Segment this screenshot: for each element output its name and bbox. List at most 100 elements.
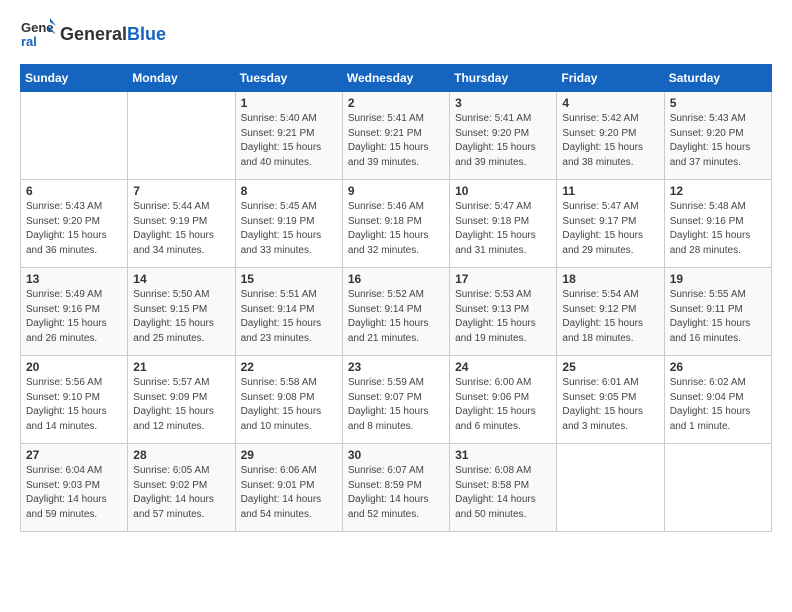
day-number: 1	[241, 96, 337, 110]
day-number: 21	[133, 360, 229, 374]
calendar-cell: 24 Sunrise: 6:00 AM Sunset: 9:06 PM Dayli…	[450, 356, 557, 444]
day-number: 27	[26, 448, 122, 462]
logo-general: General	[60, 24, 127, 44]
calendar-cell: 26 Sunrise: 6:02 AM Sunset: 9:04 PM Dayli…	[664, 356, 771, 444]
day-number: 23	[348, 360, 444, 374]
day-info: Sunrise: 5:46 AM Sunset: 9:18 PM Dayligh…	[348, 200, 444, 258]
day-info: Sunrise: 5:55 AM Sunset: 9:11 PM Dayligh…	[670, 288, 766, 346]
calendar-cell: 9 Sunrise: 5:46 AM Sunset: 9:18 PM Daylig…	[342, 180, 449, 268]
calendar-cell: 5 Sunrise: 5:43 AM Sunset: 9:20 PM Daylig…	[664, 92, 771, 180]
day-info: Sunrise: 5:41 AM Sunset: 9:21 PM Dayligh…	[348, 112, 444, 170]
day-number: 16	[348, 272, 444, 286]
calendar-cell: 15 Sunrise: 5:51 AM Sunset: 9:14 PM Dayli…	[235, 268, 342, 356]
calendar-week-row: 1 Sunrise: 5:40 AM Sunset: 9:21 PM Daylig…	[21, 92, 772, 180]
calendar-cell: 2Sunrise: 5:41 AM Sunset: 9:21 PM Daylig…	[342, 92, 449, 180]
day-info: Sunrise: 5:40 AM Sunset: 9:21 PM Dayligh…	[241, 112, 337, 170]
day-info: Sunrise: 6:00 AM Sunset: 9:06 PM Dayligh…	[455, 376, 551, 434]
day-number: 15	[241, 272, 337, 286]
calendar-cell: 22 Sunrise: 5:58 AM Sunset: 9:08 PM Dayli…	[235, 356, 342, 444]
calendar-week-row: 20 Sunrise: 5:56 AM Sunset: 9:10 PM Dayli…	[21, 356, 772, 444]
day-number: 26	[670, 360, 766, 374]
svg-text:ral: ral	[21, 34, 37, 49]
header: Gene ral GeneralBlue	[20, 16, 772, 52]
day-number: 17	[455, 272, 551, 286]
weekday-header: Tuesday	[235, 65, 342, 92]
day-info: Sunrise: 6:05 AM Sunset: 9:02 PM Dayligh…	[133, 464, 229, 522]
day-info: Sunrise: 5:50 AM Sunset: 9:15 PM Dayligh…	[133, 288, 229, 346]
weekday-header: Wednesday	[342, 65, 449, 92]
calendar-cell: 16 Sunrise: 5:52 AM Sunset: 9:14 PM Dayli…	[342, 268, 449, 356]
day-number: 13	[26, 272, 122, 286]
day-info: Sunrise: 5:41 AM Sunset: 9:20 PM Dayligh…	[455, 112, 551, 170]
weekday-header: Monday	[128, 65, 235, 92]
day-info: Sunrise: 5:49 AM Sunset: 9:16 PM Dayligh…	[26, 288, 122, 346]
day-number: 11	[562, 184, 658, 198]
day-info: Sunrise: 5:58 AM Sunset: 9:08 PM Dayligh…	[241, 376, 337, 434]
calendar-cell: 3 Sunrise: 5:41 AM Sunset: 9:20 PM Daylig…	[450, 92, 557, 180]
day-info: Sunrise: 5:48 AM Sunset: 9:16 PM Dayligh…	[670, 200, 766, 258]
day-info: Sunrise: 5:57 AM Sunset: 9:09 PM Dayligh…	[133, 376, 229, 434]
calendar-cell: 23 Sunrise: 5:59 AM Sunset: 9:07 PM Dayli…	[342, 356, 449, 444]
calendar-cell: 21 Sunrise: 5:57 AM Sunset: 9:09 PM Dayli…	[128, 356, 235, 444]
calendar-week-row: 6Sunrise: 5:43 AM Sunset: 9:20 PM Daylig…	[21, 180, 772, 268]
calendar-table: SundayMondayTuesdayWednesdayThursdayFrid…	[20, 64, 772, 532]
day-number: 6	[26, 184, 122, 198]
day-number: 8	[241, 184, 337, 198]
calendar-cell: 29Sunrise: 6:06 AM Sunset: 9:01 PM Dayli…	[235, 444, 342, 532]
day-info: Sunrise: 6:01 AM Sunset: 9:05 PM Dayligh…	[562, 376, 658, 434]
day-number: 20	[26, 360, 122, 374]
day-info: Sunrise: 5:54 AM Sunset: 9:12 PM Dayligh…	[562, 288, 658, 346]
day-number: 10	[455, 184, 551, 198]
day-info: Sunrise: 5:42 AM Sunset: 9:20 PM Dayligh…	[562, 112, 658, 170]
day-info: Sunrise: 5:52 AM Sunset: 9:14 PM Dayligh…	[348, 288, 444, 346]
day-info: Sunrise: 5:47 AM Sunset: 9:18 PM Dayligh…	[455, 200, 551, 258]
calendar-cell: 13 Sunrise: 5:49 AM Sunset: 9:16 PM Dayli…	[21, 268, 128, 356]
day-number: 29	[241, 448, 337, 462]
page: Gene ral GeneralBlue SundayMondayTuesday…	[0, 0, 792, 548]
day-number: 22	[241, 360, 337, 374]
day-number: 19	[670, 272, 766, 286]
day-number: 18	[562, 272, 658, 286]
calendar-cell	[664, 444, 771, 532]
calendar-week-row: 27 Sunrise: 6:04 AM Sunset: 9:03 PM Dayli…	[21, 444, 772, 532]
day-info: Sunrise: 5:56 AM Sunset: 9:10 PM Dayligh…	[26, 376, 122, 434]
calendar-cell: 30Sunrise: 6:07 AM Sunset: 8:59 PM Dayli…	[342, 444, 449, 532]
day-number: 4	[562, 96, 658, 110]
day-number: 31	[455, 448, 551, 462]
day-number: 7	[133, 184, 229, 198]
calendar-cell: 28 Sunrise: 6:05 AM Sunset: 9:02 PM Dayli…	[128, 444, 235, 532]
weekday-header: Thursday	[450, 65, 557, 92]
calendar-cell: 11Sunrise: 5:47 AM Sunset: 9:17 PM Dayli…	[557, 180, 664, 268]
day-info: Sunrise: 5:51 AM Sunset: 9:14 PM Dayligh…	[241, 288, 337, 346]
day-number: 5	[670, 96, 766, 110]
weekday-header: Friday	[557, 65, 664, 92]
calendar-cell: 19 Sunrise: 5:55 AM Sunset: 9:11 PM Dayli…	[664, 268, 771, 356]
day-number: 24	[455, 360, 551, 374]
calendar-cell: 4 Sunrise: 5:42 AM Sunset: 9:20 PM Daylig…	[557, 92, 664, 180]
day-number: 9	[348, 184, 444, 198]
calendar-cell	[557, 444, 664, 532]
calendar-cell: 25 Sunrise: 6:01 AM Sunset: 9:05 PM Dayli…	[557, 356, 664, 444]
day-info: Sunrise: 6:08 AM Sunset: 8:58 PM Dayligh…	[455, 464, 551, 522]
day-number: 12	[670, 184, 766, 198]
day-info: Sunrise: 6:04 AM Sunset: 9:03 PM Dayligh…	[26, 464, 122, 522]
calendar-cell: 12 Sunrise: 5:48 AM Sunset: 9:16 PM Dayli…	[664, 180, 771, 268]
day-info: Sunrise: 5:59 AM Sunset: 9:07 PM Dayligh…	[348, 376, 444, 434]
day-info: Sunrise: 6:02 AM Sunset: 9:04 PM Dayligh…	[670, 376, 766, 434]
day-info: Sunrise: 5:53 AM Sunset: 9:13 PM Dayligh…	[455, 288, 551, 346]
day-info: Sunrise: 5:43 AM Sunset: 9:20 PM Dayligh…	[670, 112, 766, 170]
calendar-cell: 18 Sunrise: 5:54 AM Sunset: 9:12 PM Dayli…	[557, 268, 664, 356]
calendar-cell: 6Sunrise: 5:43 AM Sunset: 9:20 PM Daylig…	[21, 180, 128, 268]
day-number: 25	[562, 360, 658, 374]
day-number: 28	[133, 448, 229, 462]
weekday-header: Saturday	[664, 65, 771, 92]
calendar-cell: 31 Sunrise: 6:08 AM Sunset: 8:58 PM Dayli…	[450, 444, 557, 532]
calendar-cell: 7Sunrise: 5:44 AM Sunset: 9:19 PM Daylig…	[128, 180, 235, 268]
logo-icon: Gene ral	[20, 16, 56, 52]
logo-blue: Blue	[127, 24, 166, 44]
day-number: 3	[455, 96, 551, 110]
calendar-cell: 17 Sunrise: 5:53 AM Sunset: 9:13 PM Dayli…	[450, 268, 557, 356]
day-info: Sunrise: 6:07 AM Sunset: 8:59 PM Dayligh…	[348, 464, 444, 522]
calendar-cell: 1 Sunrise: 5:40 AM Sunset: 9:21 PM Daylig…	[235, 92, 342, 180]
calendar-cell: 8Sunrise: 5:45 AM Sunset: 9:19 PM Daylig…	[235, 180, 342, 268]
